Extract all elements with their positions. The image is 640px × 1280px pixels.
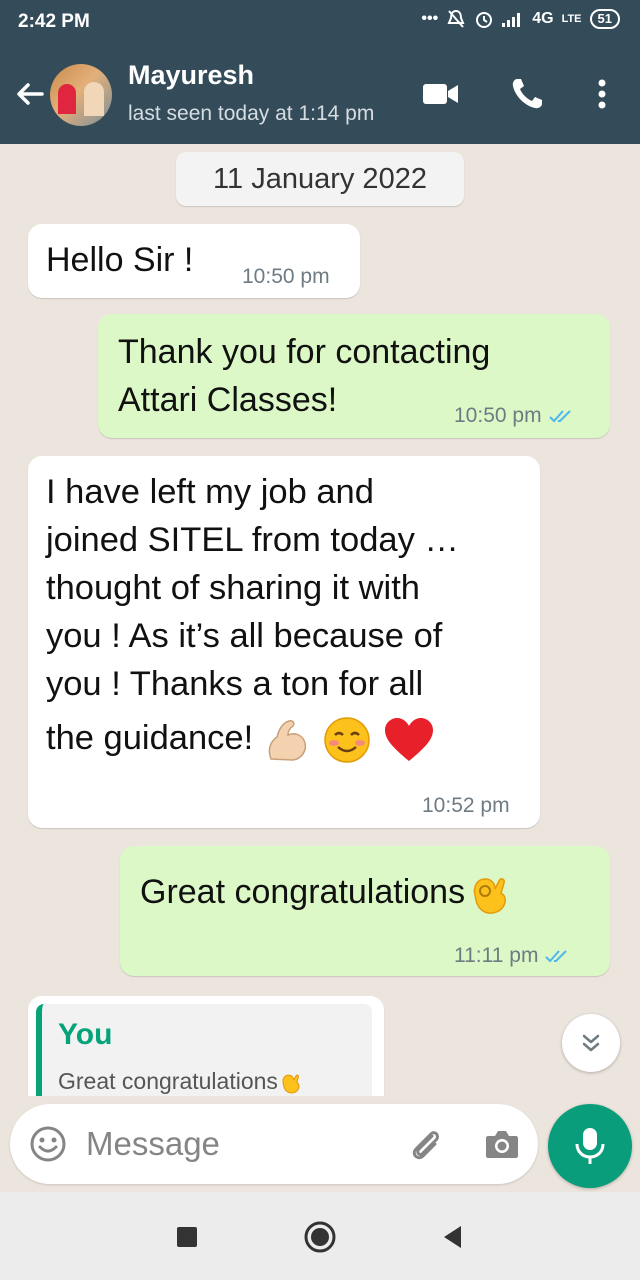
home-icon[interactable] xyxy=(303,1220,337,1254)
message-time-row: 10:50 pm xyxy=(454,404,578,428)
double-check-icon xyxy=(545,950,568,963)
message-line: I have left my job and xyxy=(46,473,374,511)
message-line: Great congratulations xyxy=(140,873,466,911)
red-heart-icon xyxy=(384,717,433,761)
message-time: 10:50 pm xyxy=(242,265,330,288)
message-text: Hello Sir ! xyxy=(46,241,194,279)
message-line: Attari Classes! xyxy=(118,381,338,419)
chat-area[interactable]: 11 January 2022 Hello Sir ! 10:50 pm Tha… xyxy=(0,144,640,1096)
nav-back-icon[interactable] xyxy=(436,1220,470,1254)
message-line: you ! As it’s all because of xyxy=(46,617,443,655)
status-icons: ••• 4G LTE 51 xyxy=(421,9,620,29)
date-chip: 11 January 2022 xyxy=(176,152,464,206)
signal-icon xyxy=(502,13,521,27)
message-line: thought of sharing it with xyxy=(46,569,420,607)
message-outgoing[interactable]: Great congratulations 11:11 pm xyxy=(120,846,610,976)
mute-notification-icon xyxy=(447,9,465,28)
message-line-with-emojis: the guidance! xyxy=(46,714,459,765)
message-outgoing[interactable]: Thank you for contacting Attari Classes!… xyxy=(98,314,610,438)
recent-apps-icon[interactable] xyxy=(170,1220,204,1254)
phone-icon[interactable] xyxy=(507,74,547,114)
attach-icon[interactable] xyxy=(406,1124,446,1164)
message-text: Great congratulations xyxy=(140,868,511,917)
message-line: joined SITEL from today … xyxy=(46,521,459,559)
chevron-double-down-icon xyxy=(582,1034,600,1052)
smiling-face-icon xyxy=(324,717,371,763)
contact-name[interactable]: Mayuresh xyxy=(128,60,254,91)
message-composer xyxy=(0,1096,640,1192)
emoji-icon[interactable] xyxy=(28,1124,68,1164)
message-time: 10:52 pm xyxy=(422,794,510,817)
message-line: Thank you for contacting xyxy=(118,333,491,371)
quoted-author: You xyxy=(58,1018,113,1051)
message-text: I have left my job and joined SITEL from… xyxy=(46,468,459,765)
flexed-biceps-icon xyxy=(268,719,306,761)
ok-hand-icon xyxy=(282,1074,300,1094)
quoted-text-row: Great congratulations xyxy=(58,1068,302,1095)
message-time-row: 11:11 pm xyxy=(454,944,574,968)
message-line: the guidance! xyxy=(46,719,254,757)
last-seen-status: last seen today at 1:14 pm xyxy=(128,102,375,125)
message-input-container xyxy=(10,1104,538,1184)
message-incoming[interactable]: I have left my job and joined SITEL from… xyxy=(28,456,540,828)
volte-indicator: LTE xyxy=(561,13,582,25)
more-options-icon[interactable] xyxy=(582,74,622,114)
quoted-text: Great congratulations xyxy=(58,1068,278,1094)
contact-avatar[interactable] xyxy=(50,64,112,126)
scroll-to-bottom-button[interactable] xyxy=(562,1014,620,1072)
message-incoming[interactable]: Hello Sir ! 10:50 pm xyxy=(28,224,360,298)
status-bar: 2:42 PM ••• 4G LTE 51 xyxy=(0,0,640,44)
status-time: 2:42 PM xyxy=(18,11,90,32)
quoted-message[interactable]: You Great congratulations xyxy=(36,1004,372,1096)
back-arrow-icon[interactable] xyxy=(12,76,48,112)
mic-icon xyxy=(575,1128,605,1164)
alarm-icon xyxy=(476,12,493,28)
message-time: 10:50 pm xyxy=(454,404,542,427)
message-incoming-reply[interactable]: You Great congratulations xyxy=(28,996,384,1096)
chat-header: Mayuresh last seen today at 1:14 pm xyxy=(0,44,640,144)
video-call-icon[interactable] xyxy=(420,74,460,114)
double-check-icon xyxy=(548,410,571,423)
voice-message-button[interactable] xyxy=(548,1104,632,1188)
ok-hand-icon xyxy=(473,878,507,914)
battery-indicator: 51 xyxy=(589,9,620,29)
more-dots-indicator: ••• xyxy=(421,10,439,27)
camera-icon[interactable] xyxy=(482,1124,522,1164)
message-time: 11:11 pm xyxy=(454,944,539,967)
network-type: 4G xyxy=(532,10,554,27)
message-text: Thank you for contacting Attari Classes! xyxy=(118,328,490,424)
system-navigation-bar xyxy=(0,1192,640,1280)
message-line: you ! Thanks a ton for all xyxy=(46,665,424,703)
message-input[interactable] xyxy=(86,1122,386,1166)
